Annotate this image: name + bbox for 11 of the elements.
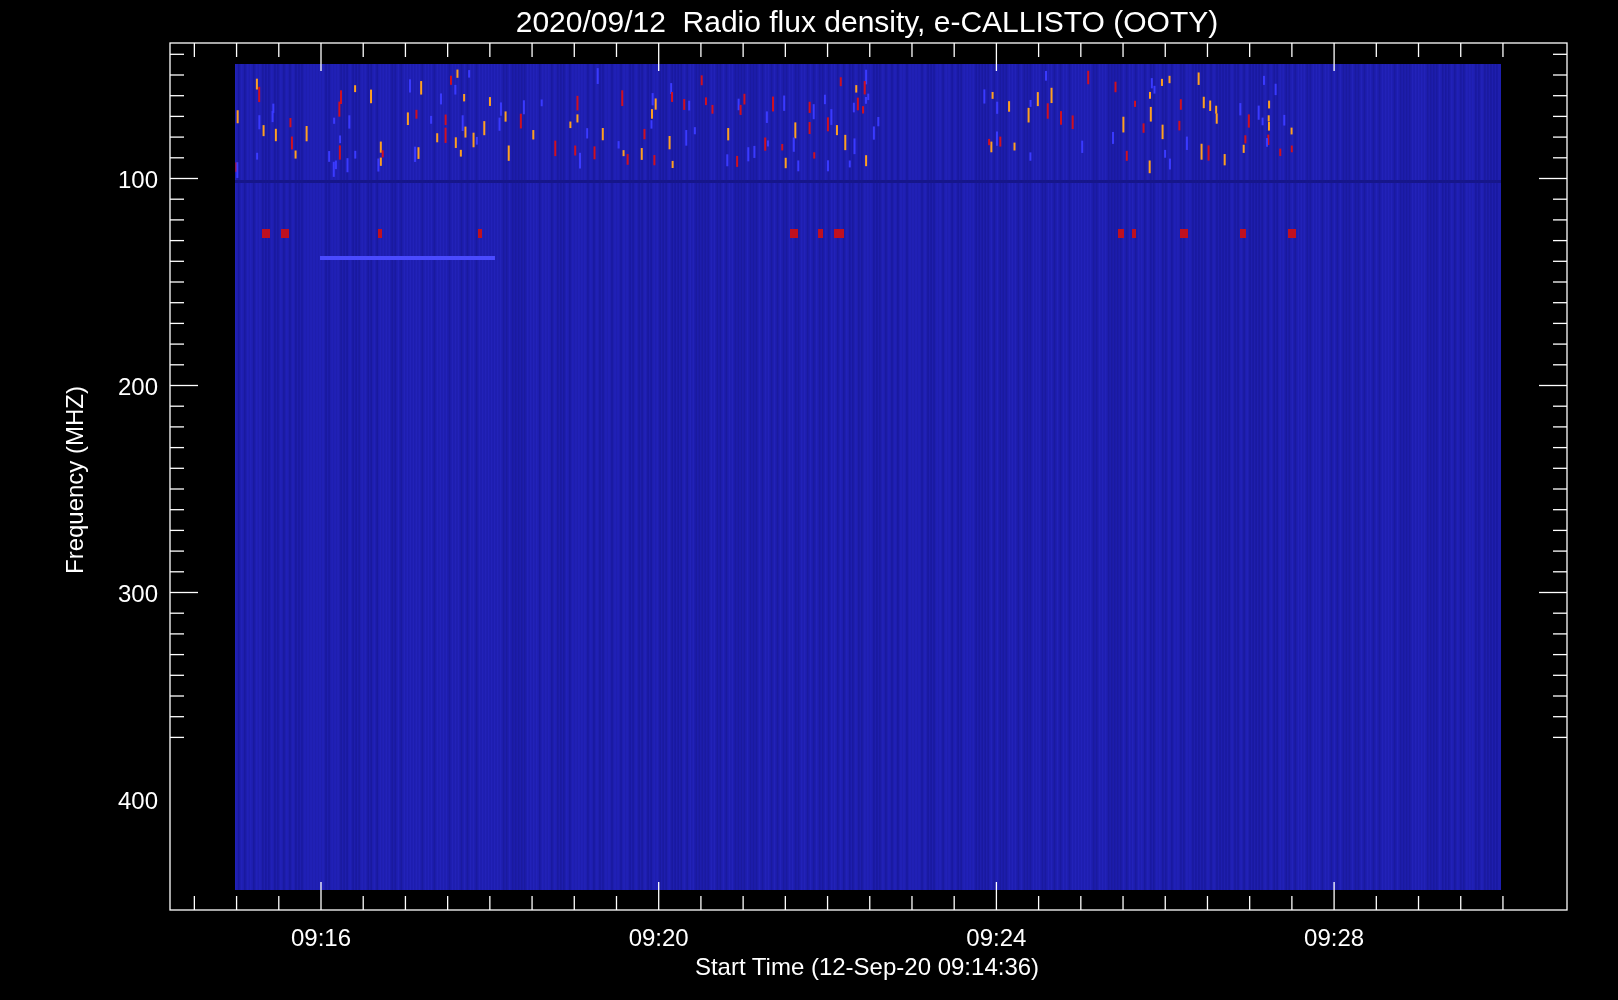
tick-label: 400 <box>117 786 158 814</box>
tick-label: 100 <box>117 165 158 193</box>
tick-label: 09:16 <box>290 924 352 951</box>
axis-label: Frequency (MHZ) <box>61 386 88 574</box>
tick-label: 09:20 <box>628 924 689 951</box>
chart-title: 2020/09/12 Radio flux density, e-CALLISTO (OOTY) <box>515 5 1219 38</box>
tick-label: 09:28 <box>1304 924 1365 951</box>
tick-label: 300 <box>117 579 158 607</box>
tick-label: 200 <box>117 372 158 400</box>
tick-label: 09:24 <box>966 924 1027 951</box>
axis-label: Start Time (12-Sep-20 09:14:36) <box>694 953 1040 980</box>
